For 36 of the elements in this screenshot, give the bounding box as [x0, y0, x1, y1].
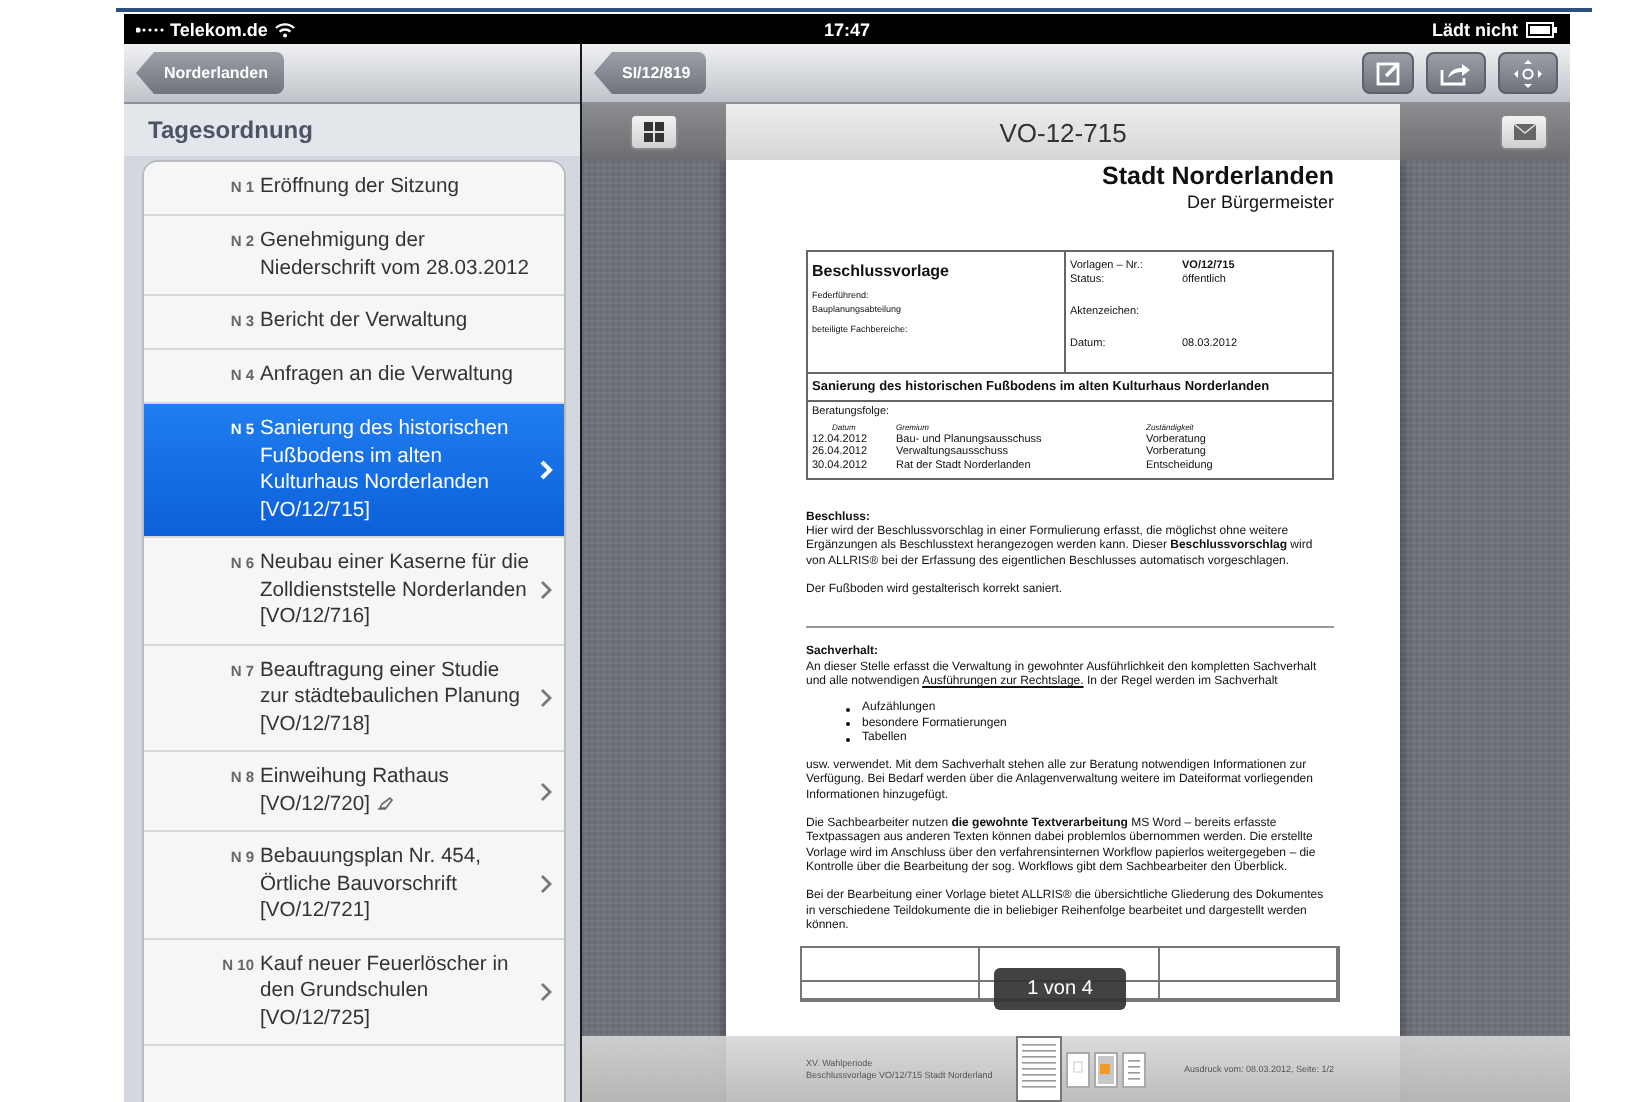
form-type: Beschlussvorlage	[812, 260, 951, 282]
page-indicator: 1 von 4	[994, 968, 1126, 1010]
share-button[interactable]	[1426, 52, 1486, 94]
grid-button[interactable]	[630, 114, 678, 150]
page-thumbnail[interactable]	[1065, 1051, 1090, 1087]
mail-button[interactable]	[1500, 114, 1548, 150]
item-title: Neubau einer Kaserne für die Zolldienststelle Norderlanden [VO/12/716]	[260, 550, 530, 631]
move-button[interactable]	[1498, 52, 1558, 94]
status-time: 17:47	[823, 19, 871, 39]
item-title: Anfragen an die Verwaltung	[260, 362, 516, 390]
document-title: VO-12-715	[726, 104, 1400, 160]
item-title: Eröffnung der Sitzung	[260, 174, 461, 202]
signal-icon	[136, 24, 164, 34]
wifi-icon	[273, 21, 296, 37]
item-title: Beauftragung einer Studie zur städtebaulichen Planung [VO/12/718]	[260, 657, 522, 738]
item-title: Bericht der Verwaltung	[260, 308, 470, 336]
item-title: Bebauungsplan Nr. 454, Örtliche Bauvorschrift [VO/12/721]	[260, 844, 483, 925]
page-thumbnail[interactable]	[1093, 1051, 1118, 1087]
edit-button[interactable]	[1362, 52, 1414, 94]
section-title: Tagesordnung	[124, 104, 580, 156]
move-icon	[1514, 59, 1542, 87]
mail-icon	[1513, 124, 1535, 140]
page-thumbnail[interactable]	[1121, 1051, 1146, 1087]
share-icon	[1440, 60, 1472, 86]
item-title: Sanierung des historischen Fußbodens im alten Kulturhaus Norderlanden [VO/12/715]	[260, 416, 511, 524]
item-title: Einweihung Rathaus [VO/12/720]	[260, 764, 451, 818]
edit-icon	[1375, 60, 1401, 86]
battery-status: Lädt nicht	[1432, 19, 1518, 39]
item-title: Kauf neuer Feuerlöscher in den Grundschulen [VO/12/725]	[260, 951, 511, 1032]
battery-icon	[1526, 21, 1558, 37]
carrier-name: Telekom.de	[170, 19, 268, 39]
page-thumbnail[interactable]	[1015, 1036, 1062, 1102]
grid-icon	[644, 122, 664, 142]
document-subheading: Der Bürgermeister	[1184, 190, 1334, 214]
document-heading: Stadt Norderlanden	[1100, 162, 1334, 190]
item-title: Genehmigung der Niederschrift vom 28.03.2012	[260, 228, 530, 282]
